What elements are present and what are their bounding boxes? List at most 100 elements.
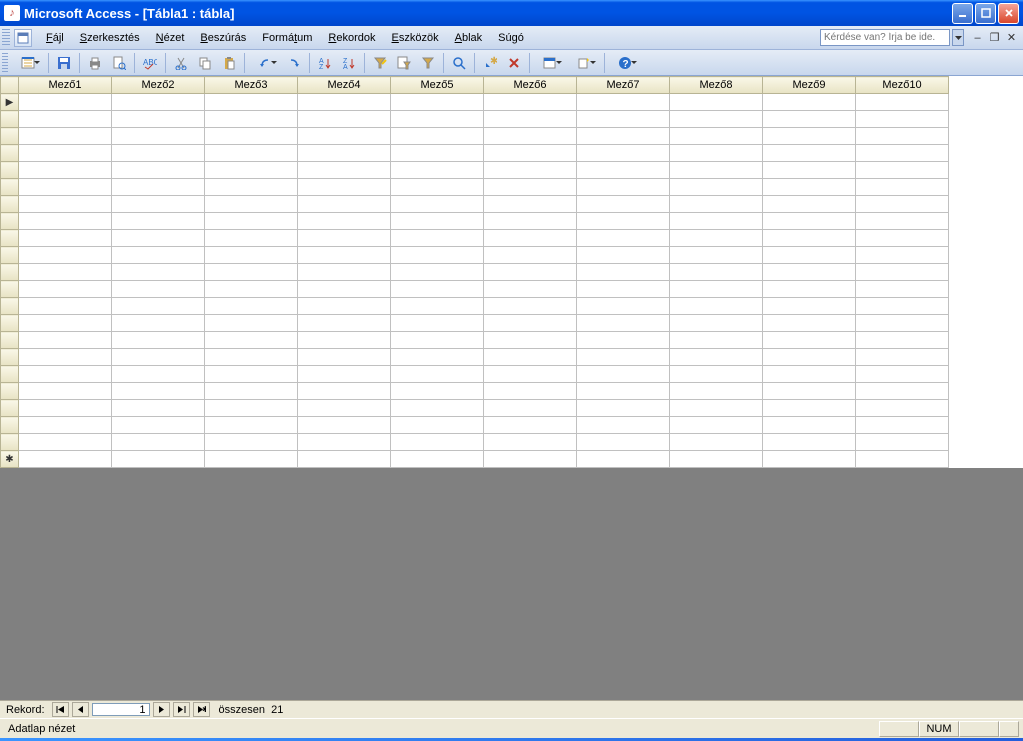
cell[interactable] xyxy=(112,162,205,179)
delete-record-button[interactable] xyxy=(503,52,525,74)
cell[interactable] xyxy=(391,349,484,366)
menubar-grip[interactable] xyxy=(2,29,10,47)
row-selector[interactable] xyxy=(1,128,19,145)
menubar-icon[interactable] xyxy=(14,29,32,47)
row-selector[interactable] xyxy=(1,434,19,451)
cell[interactable] xyxy=(391,434,484,451)
cell[interactable] xyxy=(577,281,670,298)
cell[interactable] xyxy=(484,213,577,230)
paste-button[interactable] xyxy=(218,52,240,74)
cell[interactable] xyxy=(856,162,949,179)
cell[interactable] xyxy=(205,417,298,434)
row-selector[interactable] xyxy=(1,298,19,315)
cell[interactable] xyxy=(112,383,205,400)
cell[interactable] xyxy=(856,247,949,264)
cell[interactable] xyxy=(670,434,763,451)
record-number-input[interactable] xyxy=(92,703,150,716)
cell[interactable] xyxy=(856,366,949,383)
cell[interactable] xyxy=(763,179,856,196)
mdi-restore-button[interactable]: ❐ xyxy=(987,30,1002,45)
save-button[interactable] xyxy=(53,52,75,74)
cell[interactable] xyxy=(763,383,856,400)
cell[interactable] xyxy=(484,383,577,400)
redo-button[interactable] xyxy=(283,52,305,74)
cell[interactable] xyxy=(298,128,391,145)
cell[interactable] xyxy=(205,128,298,145)
cell[interactable] xyxy=(856,264,949,281)
cell[interactable] xyxy=(391,230,484,247)
cell[interactable] xyxy=(763,315,856,332)
cell[interactable] xyxy=(577,366,670,383)
cell[interactable] xyxy=(112,315,205,332)
cell[interactable] xyxy=(577,94,670,111)
cell[interactable] xyxy=(577,264,670,281)
cell[interactable] xyxy=(484,332,577,349)
cell[interactable] xyxy=(577,383,670,400)
row-selector[interactable] xyxy=(1,349,19,366)
row-selector[interactable] xyxy=(1,247,19,264)
menu-szerkesztes[interactable]: Szerkesztés xyxy=(72,29,148,47)
cell[interactable] xyxy=(298,145,391,162)
cell[interactable] xyxy=(298,179,391,196)
cell[interactable] xyxy=(856,332,949,349)
cell[interactable] xyxy=(391,179,484,196)
row-selector[interactable]: ▶ xyxy=(1,94,19,111)
cell[interactable] xyxy=(670,145,763,162)
cell[interactable] xyxy=(298,247,391,264)
cell[interactable] xyxy=(577,213,670,230)
cell[interactable] xyxy=(112,281,205,298)
cell[interactable] xyxy=(577,298,670,315)
cell[interactable] xyxy=(763,400,856,417)
cell[interactable] xyxy=(577,128,670,145)
cell[interactable] xyxy=(856,400,949,417)
cell[interactable] xyxy=(763,94,856,111)
menu-beszuras[interactable]: Beszúrás xyxy=(192,29,254,47)
find-button[interactable] xyxy=(448,52,470,74)
prev-record-button[interactable] xyxy=(72,702,89,717)
cell[interactable] xyxy=(391,332,484,349)
cell[interactable] xyxy=(856,128,949,145)
copy-button[interactable] xyxy=(194,52,216,74)
cut-button[interactable] xyxy=(170,52,192,74)
cell[interactable] xyxy=(205,366,298,383)
spelling-button[interactable]: ABC xyxy=(139,52,161,74)
cell[interactable] xyxy=(577,247,670,264)
cell[interactable] xyxy=(298,434,391,451)
cell[interactable] xyxy=(670,349,763,366)
column-header[interactable]: Mező6 xyxy=(484,77,577,94)
mdi-close-button[interactable]: ✕ xyxy=(1004,30,1019,45)
cell[interactable] xyxy=(577,196,670,213)
cell[interactable] xyxy=(577,162,670,179)
cell[interactable] xyxy=(112,434,205,451)
cell[interactable] xyxy=(391,145,484,162)
cell[interactable] xyxy=(856,179,949,196)
cell[interactable] xyxy=(484,94,577,111)
cell[interactable] xyxy=(577,332,670,349)
row-selector[interactable] xyxy=(1,213,19,230)
cell[interactable] xyxy=(391,111,484,128)
cell[interactable] xyxy=(484,196,577,213)
row-selector[interactable] xyxy=(1,230,19,247)
cell[interactable] xyxy=(205,281,298,298)
cell[interactable] xyxy=(763,264,856,281)
cell[interactable] xyxy=(856,434,949,451)
cell[interactable] xyxy=(577,417,670,434)
cell[interactable] xyxy=(205,383,298,400)
cell[interactable] xyxy=(391,298,484,315)
cell[interactable] xyxy=(670,230,763,247)
cell[interactable] xyxy=(112,247,205,264)
row-selector[interactable] xyxy=(1,400,19,417)
cell[interactable] xyxy=(670,298,763,315)
cell[interactable] xyxy=(298,417,391,434)
cell[interactable] xyxy=(205,451,298,468)
cell[interactable] xyxy=(670,417,763,434)
cell[interactable] xyxy=(763,162,856,179)
cell[interactable] xyxy=(19,213,112,230)
cell[interactable] xyxy=(577,434,670,451)
minimize-button[interactable] xyxy=(952,3,973,24)
cell[interactable] xyxy=(763,145,856,162)
cell[interactable] xyxy=(391,383,484,400)
cell[interactable] xyxy=(484,128,577,145)
cell[interactable] xyxy=(484,111,577,128)
sort-asc-button[interactable]: AZ xyxy=(314,52,336,74)
